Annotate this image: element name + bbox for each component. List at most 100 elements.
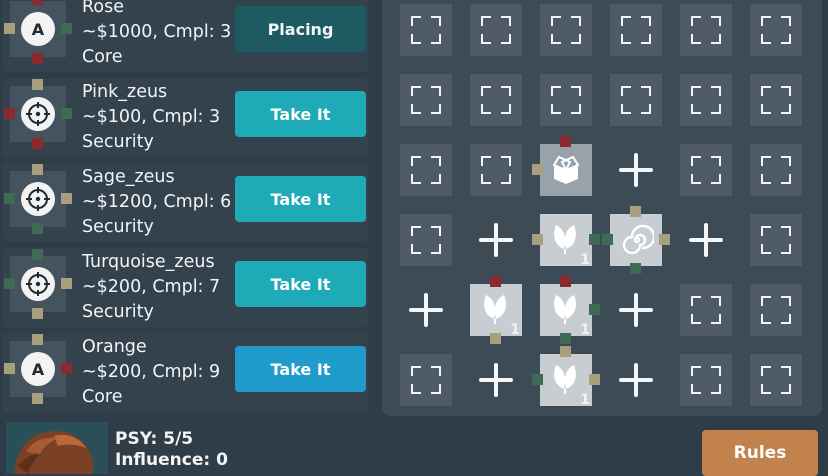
target-icon [21, 182, 55, 216]
slot-corner-mark [711, 296, 721, 306]
empty-slot[interactable] [610, 4, 662, 56]
slot-corner-mark [691, 174, 701, 184]
module-card: Sage_zeus ~$1200, Cmpl: 6 Security Take It [3, 163, 368, 242]
slot-corner-mark [691, 384, 701, 394]
empty-slot[interactable] [400, 354, 452, 406]
placing-button[interactable]: Placing [235, 6, 366, 52]
slot-corner-mark [761, 156, 771, 166]
add-slot[interactable] [680, 214, 732, 266]
target-icon [21, 97, 55, 131]
empty-slot[interactable] [400, 214, 452, 266]
add-slot[interactable] [470, 214, 522, 266]
connector-pin [32, 249, 43, 260]
connector-pin [560, 136, 571, 147]
connector-pin [32, 0, 43, 5]
placed-module-cell[interactable]: 1 [540, 276, 600, 344]
connector-pin [61, 193, 72, 204]
empty-slot[interactable] [680, 354, 732, 406]
take-it-button[interactable]: Take It [235, 261, 366, 307]
module-card: A Rose ~$1000, Cmpl: 3 Core Placing [3, 0, 368, 72]
add-slot[interactable] [470, 354, 522, 406]
module-name: Turquoise_zeus [82, 252, 215, 272]
slot-corner-mark [411, 174, 421, 184]
player-bar: PSY: 5/5 Influence: 0 Rules [0, 418, 828, 476]
placed-module-cell[interactable]: 1 [470, 276, 522, 344]
connector-pin [630, 206, 641, 217]
connector-pin [32, 334, 43, 345]
placed-module-cell[interactable]: 1 [532, 214, 600, 268]
take-it-button[interactable]: Take It [235, 346, 366, 392]
module-category: Security [82, 302, 154, 322]
plus-icon [618, 362, 654, 402]
empty-slot[interactable] [680, 4, 732, 56]
slot-corner-mark [761, 244, 771, 254]
module-card: Turquoise_zeus ~$200, Cmpl: 7 Security Take… [3, 248, 368, 327]
slot-corner-mark [431, 156, 441, 166]
take-it-button[interactable]: Take It [235, 91, 366, 137]
plus-icon [618, 292, 654, 332]
empty-slot[interactable] [750, 144, 802, 196]
connector-pin [61, 108, 72, 119]
add-slot[interactable] [610, 354, 662, 406]
slot-corner-mark [691, 366, 701, 376]
slot-corner-mark [761, 16, 771, 26]
empty-slot[interactable] [750, 284, 802, 336]
empty-slot[interactable] [540, 74, 592, 126]
plus-icon [408, 292, 444, 332]
module-info: Rose ~$1000, Cmpl: 3 Core [82, 0, 231, 70]
empty-slot[interactable] [470, 144, 522, 196]
empty-slot[interactable] [470, 74, 522, 126]
psy-stat: PSY: 5/5 [115, 429, 194, 449]
empty-slot[interactable] [750, 214, 802, 266]
add-slot[interactable] [610, 284, 662, 336]
connector-pin [589, 374, 600, 385]
player-avatar [6, 422, 108, 474]
module-price-line: ~$1200, Cmpl: 6 [82, 192, 232, 212]
slot-corner-mark [711, 34, 721, 44]
slot-corner-mark [711, 86, 721, 96]
slot-corner-mark [621, 34, 631, 44]
slot-corner-mark [691, 156, 701, 166]
empty-slot[interactable] [680, 284, 732, 336]
empty-slot[interactable] [750, 74, 802, 126]
slot-corner-mark [781, 384, 791, 394]
target-icon [21, 267, 55, 301]
slot-corner-mark [481, 174, 491, 184]
empty-slot[interactable] [750, 4, 802, 56]
slot-corner-mark [571, 86, 581, 96]
slot-corner-mark [781, 174, 791, 184]
connector-pin [32, 138, 43, 149]
module-count: 1 [580, 392, 590, 408]
empty-slot[interactable] [750, 354, 802, 406]
empty-slot[interactable] [610, 74, 662, 126]
placed-module-cell[interactable] [532, 136, 592, 196]
slot-corner-mark [481, 34, 491, 44]
module-count: 1 [580, 252, 590, 268]
empty-slot[interactable] [680, 144, 732, 196]
add-slot[interactable] [610, 144, 662, 196]
slot-corner-mark [781, 366, 791, 376]
empty-slot[interactable] [540, 4, 592, 56]
empty-slot[interactable] [400, 144, 452, 196]
placed-module-cell[interactable]: 1 [532, 346, 600, 408]
slot-corner-mark [781, 314, 791, 324]
placed-module-cell[interactable] [602, 206, 670, 274]
empty-slot[interactable] [680, 74, 732, 126]
module-category: Core [82, 47, 123, 67]
slot-corner-mark [431, 104, 441, 114]
slot-corner-mark [481, 16, 491, 26]
connector-pin [4, 193, 15, 204]
rules-button[interactable]: Rules [702, 430, 818, 476]
add-slot[interactable] [400, 284, 452, 336]
empty-slot[interactable] [400, 74, 452, 126]
connector-pin [4, 108, 15, 119]
take-it-button[interactable]: Take It [235, 176, 366, 222]
module-price-line: ~$1000, Cmpl: 3 [82, 22, 232, 42]
slot-corner-mark [411, 34, 421, 44]
slot-corner-mark [431, 384, 441, 394]
empty-slot[interactable] [400, 4, 452, 56]
slot-corner-mark [781, 156, 791, 166]
slot-corner-mark [481, 156, 491, 166]
slot-corner-mark [571, 34, 581, 44]
empty-slot[interactable] [470, 4, 522, 56]
